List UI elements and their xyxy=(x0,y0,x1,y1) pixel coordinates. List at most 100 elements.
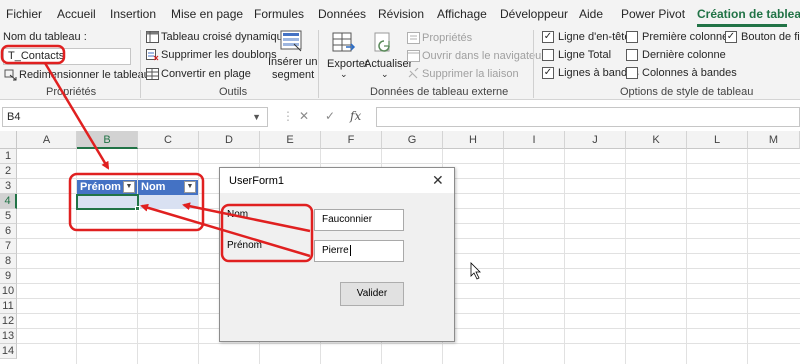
column-header-g[interactable]: G xyxy=(382,131,443,149)
refresh-chevron-icon[interactable]: ⌄ xyxy=(381,69,389,80)
active-cell-border xyxy=(76,194,139,210)
unlink-button[interactable]: Supprimer la liaison xyxy=(422,68,519,80)
column-header-m[interactable]: M xyxy=(748,131,800,149)
name-box-value: B4 xyxy=(7,111,21,123)
row-header-6[interactable]: 6 xyxy=(0,224,17,239)
row-header-14[interactable]: 14 xyxy=(0,344,17,359)
first-column-checkbox[interactable] xyxy=(626,31,638,43)
last-column-checkbox[interactable] xyxy=(626,49,638,61)
open-in-browser-button[interactable]: Ouvrir dans le navigateur xyxy=(422,50,545,62)
convert-to-range-button[interactable]: Convertir en plage xyxy=(161,68,251,80)
insert-slicer-label-1[interactable]: Insérer un xyxy=(268,56,318,68)
row-header-5[interactable]: 5 xyxy=(0,209,17,224)
export-button[interactable]: Exporter xyxy=(327,58,369,70)
tab-developpeur[interactable]: Développeur xyxy=(500,7,568,21)
insert-slicer-label-2[interactable]: segment xyxy=(272,69,314,81)
row-header-13[interactable]: 13 xyxy=(0,329,17,344)
row-header-2[interactable]: 2 xyxy=(0,164,17,179)
header-row-label: Ligne d'en-tête xyxy=(558,31,631,43)
total-row-checkbox[interactable] xyxy=(542,49,554,61)
close-icon[interactable]: ✕ xyxy=(432,172,444,189)
column-header-k[interactable]: K xyxy=(626,131,687,149)
filter-dropdown-icon[interactable]: ▼ xyxy=(184,181,196,193)
row-header-4[interactable]: 4 xyxy=(0,194,17,209)
header-row-checkbox[interactable]: ✓ xyxy=(542,31,554,43)
gridline xyxy=(17,163,800,164)
column-header-i[interactable]: I xyxy=(504,131,565,149)
valider-button[interactable]: Valider xyxy=(340,282,404,306)
insert-function-icon[interactable]: fx xyxy=(350,109,361,123)
column-header-a[interactable]: A xyxy=(17,131,77,149)
banded-columns-checkbox[interactable] xyxy=(626,67,638,79)
table-cell-c4[interactable] xyxy=(138,195,198,209)
column-header-f[interactable]: F xyxy=(321,131,382,149)
filter-button-label: Bouton de filtre xyxy=(741,31,800,43)
row-header-7[interactable]: 7 xyxy=(0,239,17,254)
filter-button-checkbox[interactable]: ✓ xyxy=(725,31,737,43)
tab-accueil[interactable]: Accueil xyxy=(57,7,96,21)
tab-donnees[interactable]: Données xyxy=(318,7,366,21)
nom-input[interactable]: Fauconnier xyxy=(314,209,404,231)
prenom-value: Pierre xyxy=(322,245,349,256)
tab-affichage[interactable]: Affichage xyxy=(437,7,487,21)
tab-mise-en-page[interactable]: Mise en page xyxy=(171,7,243,21)
cancel-icon[interactable]: ✕ xyxy=(299,109,309,123)
row-header-9[interactable]: 9 xyxy=(0,269,17,284)
column-header-b[interactable]: B xyxy=(77,131,138,149)
remove-duplicates-button[interactable]: Supprimer les doublons xyxy=(161,49,277,61)
ribbon: Nom du tableau : T_Contacts Redimensionn… xyxy=(0,28,800,100)
column-header-d[interactable]: D xyxy=(199,131,260,149)
group-label-proprietes: Propriétés xyxy=(46,86,97,98)
total-row-label: Ligne Total xyxy=(558,49,612,61)
enter-icon[interactable]: ✓ xyxy=(325,109,335,123)
chevron-down-icon[interactable]: ▼ xyxy=(252,108,261,126)
active-tab-underline xyxy=(697,24,787,27)
userform-title-bar[interactable]: UserForm1 ✕ xyxy=(220,168,454,193)
table-header-nom[interactable]: Nom ▼ xyxy=(138,180,198,195)
banded-rows-checkbox[interactable]: ✓ xyxy=(542,67,554,79)
tab-formules[interactable]: Formules xyxy=(254,7,304,21)
unlink-icon xyxy=(407,67,420,80)
formula-input[interactable] xyxy=(376,107,800,127)
check-mark-icon: ✓ xyxy=(726,31,736,42)
column-header-c[interactable]: C xyxy=(138,131,199,149)
pivot-table-button[interactable]: Tableau croisé dynamique xyxy=(161,31,289,43)
select-all-corner[interactable] xyxy=(0,131,17,149)
tab-fichier[interactable]: Fichier xyxy=(6,7,42,21)
column-header-h[interactable]: H xyxy=(443,131,504,149)
first-column-label: Première colonne xyxy=(642,31,729,43)
nom-label: Nom xyxy=(227,209,249,220)
formula-bar: B4 ▼ ⋮ ✕ ✓ fx xyxy=(0,105,800,128)
column-header-l[interactable]: L xyxy=(687,131,748,149)
name-box[interactable]: B4 ▼ xyxy=(2,107,268,127)
pivot-table-icon xyxy=(146,31,159,43)
filter-dropdown-icon[interactable]: ▼ xyxy=(123,181,135,193)
prenom-input[interactable]: Pierre xyxy=(314,240,404,262)
table-header-prenom[interactable]: Prénom ▼ xyxy=(77,180,137,195)
remove-duplicates-icon xyxy=(146,49,159,61)
row-header-8[interactable]: 8 xyxy=(0,254,17,269)
row-header-12[interactable]: 12 xyxy=(0,314,17,329)
table-name-label: Nom du tableau : xyxy=(3,31,87,43)
tab-creation-de-tableau[interactable]: Création de tableau xyxy=(697,7,800,21)
resize-table-button[interactable]: Redimensionner le tableau xyxy=(19,69,150,81)
column-header-j[interactable]: J xyxy=(565,131,626,149)
row-header-1[interactable]: 1 xyxy=(0,149,17,164)
tab-revision[interactable]: Révision xyxy=(378,7,424,21)
group-separator xyxy=(533,30,534,98)
properties-button[interactable]: Propriétés xyxy=(422,32,472,44)
tab-aide[interactable]: Aide xyxy=(579,7,603,21)
tab-power-pivot[interactable]: Power Pivot xyxy=(621,7,685,21)
row-header-3[interactable]: 3 xyxy=(0,179,17,194)
gridline xyxy=(564,149,565,364)
ribbon-tab-bar: Fichier Accueil Insertion Mise en page F… xyxy=(0,0,800,28)
fill-handle[interactable] xyxy=(135,206,140,211)
group-label-style-options: Options de style de tableau xyxy=(620,86,754,98)
export-chevron-icon[interactable]: ⌄ xyxy=(340,69,348,80)
row-header-11[interactable]: 11 xyxy=(0,299,17,314)
column-header-e[interactable]: E xyxy=(260,131,321,149)
row-header-10[interactable]: 10 xyxy=(0,284,17,299)
table-name-input[interactable]: T_Contacts xyxy=(3,48,131,65)
gridline xyxy=(198,149,199,364)
tab-insertion[interactable]: Insertion xyxy=(110,7,156,21)
